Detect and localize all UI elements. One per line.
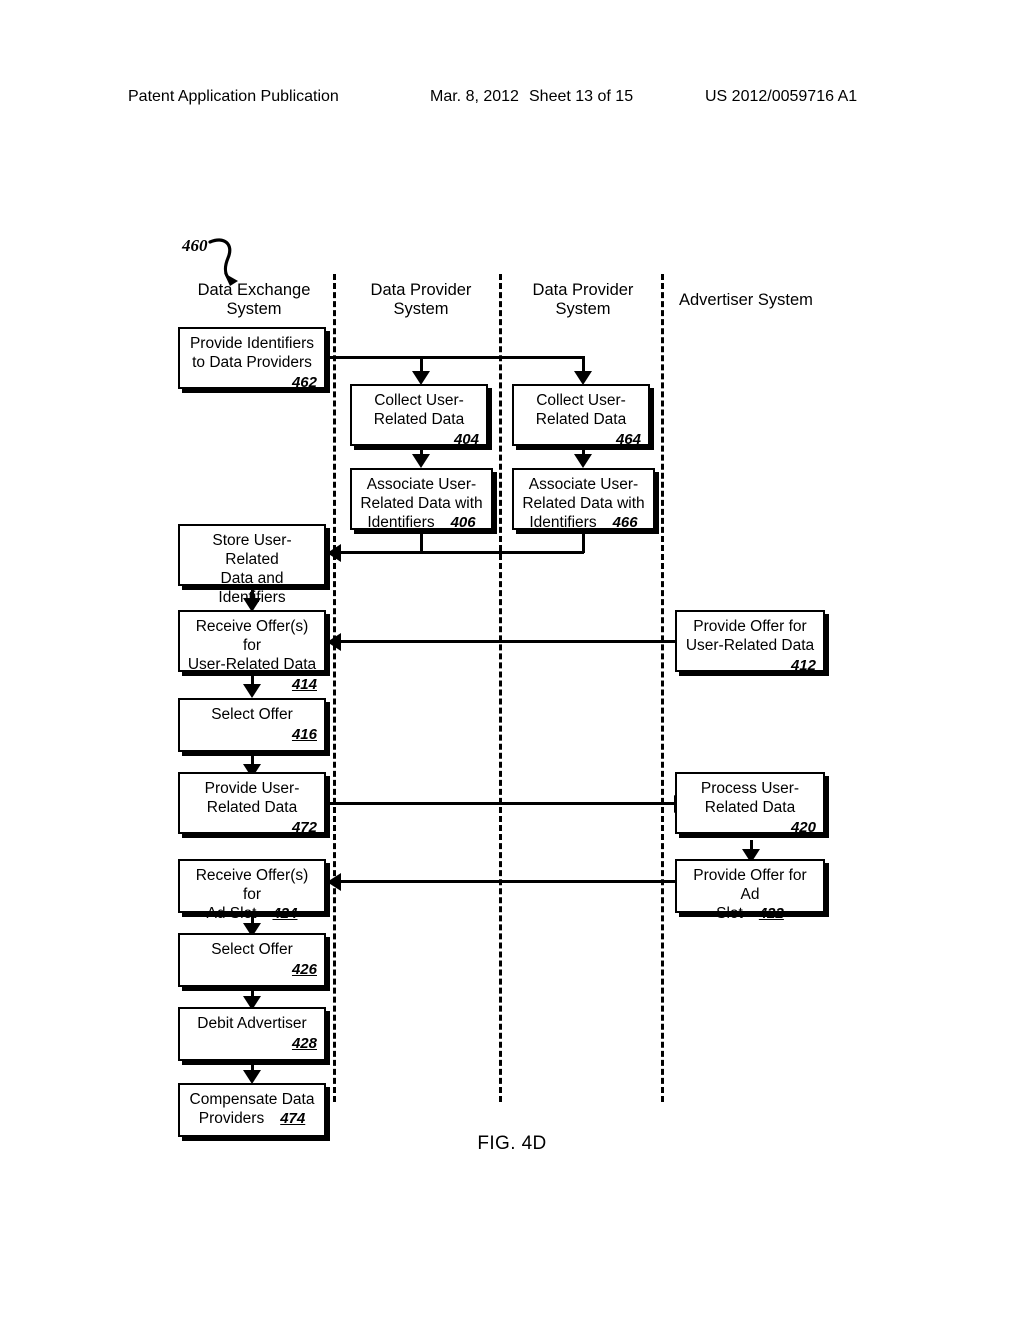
step-lastline-label-424: Ad Slot (206, 905, 257, 922)
step-box-414[interactable]: Receive Offer(s) for User-Related Data 4… (178, 610, 326, 693)
lane-label-data-provider-system-1: Data Provider System (370, 281, 472, 318)
step-box-424[interactable]: Receive Offer(s) for Ad Slot 424 (178, 859, 326, 922)
step-box-422[interactable]: Provide Offer for Ad Slot 422 (675, 859, 825, 922)
step-lastline-424: Ad Slot 424 (187, 904, 317, 923)
lane-label-data-provider-system-2: Data Provider System (532, 281, 634, 318)
connector-472-to-420-horizontal (328, 802, 675, 805)
step-box-472[interactable]: Provide User- Related Data 472 (178, 772, 326, 836)
step-box-412[interactable]: Provide Offer for User-Related Data 412 (675, 610, 825, 674)
step-text-416: Select Offer (211, 706, 293, 723)
lifeline-divider-3 (661, 274, 664, 1102)
step-text-428: Debit Advertiser (197, 1015, 307, 1032)
step-number-472: 472 (291, 819, 317, 836)
step-text-404: Collect User- Related Data (373, 392, 465, 428)
step-box-404[interactable]: Collect User- Related Data 404 (350, 384, 488, 448)
connector-462-to-providers-horizontal (321, 356, 585, 359)
step-lastline-406: Identifiers 406 (359, 513, 484, 532)
step-number-474: 474 (280, 1110, 306, 1127)
step-text-464: Collect User- Related Data (535, 392, 627, 428)
step-lastline-422: Slot 422 (684, 904, 816, 923)
step-box-426[interactable]: Select Offer 426 (178, 933, 326, 987)
step-number-466: 466 (612, 514, 638, 531)
step-number-428: 428 (291, 1035, 317, 1052)
arrowhead-into-424 (327, 873, 341, 891)
step-number-414: 414 (291, 676, 317, 693)
connector-406-drop (420, 530, 423, 553)
step-number-424: 424 (272, 905, 298, 922)
step-number-426: 426 (291, 961, 317, 978)
step-box-406[interactable]: Associate User- Related Data with Identi… (350, 468, 493, 532)
step-lastline-474: Providers 474 (187, 1109, 317, 1128)
figure-caption: FIG. 4D (477, 1133, 547, 1154)
figure-4d-swimlane-flowchart: 460 Data Exchange System Data Provider S… (0, 0, 1024, 1320)
step-lastline-label-422: Slot (716, 905, 743, 922)
step-text-414: Receive Offer(s) for User-Related Data (187, 618, 317, 673)
step-number-422: 422 (758, 905, 784, 922)
arrowhead-into-414-from-412 (327, 633, 341, 651)
figure-reference-numeral: 460 (182, 236, 208, 255)
lane-label-data-exchange-system: Data Exchange System (197, 281, 311, 318)
step-text-472: Provide User- Related Data (204, 780, 300, 816)
step-box-462[interactable]: Provide Identifiers to Data Providers 46… (178, 327, 326, 391)
step-box-474[interactable]: Compensate Data Providers 474 (178, 1083, 326, 1137)
step-number-462: 462 (291, 374, 317, 391)
arrowhead-into-406 (412, 454, 430, 468)
step-text-470: Store User-Related Data and Identifiers (212, 532, 292, 606)
step-lastline-label-474: Providers (198, 1110, 265, 1127)
step-box-466[interactable]: Associate User- Related Data with Identi… (512, 468, 655, 532)
step-lastline-label-466: Identifiers (529, 514, 597, 531)
step-number-420: 420 (790, 819, 816, 836)
step-number-404: 404 (453, 431, 479, 448)
step-number-464: 464 (615, 431, 641, 448)
step-text-422: Provide Offer for Ad (693, 867, 807, 903)
connector-merge-to-470-horizontal (340, 551, 584, 554)
connector-422-to-424-horizontal (340, 880, 675, 883)
arrowhead-into-466 (574, 454, 592, 468)
step-text-466: Associate User- Related Data with (522, 476, 645, 512)
step-number-406: 406 (450, 514, 476, 531)
step-text-426: Select Offer (211, 941, 293, 958)
step-text-462: Provide Identifiers to Data Providers (189, 335, 315, 371)
lane-label-advertiser-system: Advertiser System (679, 291, 813, 309)
lifeline-divider-2 (499, 274, 502, 1102)
step-text-412: Provide Offer for User-Related Data (685, 618, 815, 654)
step-box-428[interactable]: Debit Advertiser 428 (178, 1007, 326, 1061)
connector-412-to-414-horizontal (340, 640, 675, 643)
arrowhead-into-474 (243, 1070, 261, 1084)
lifeline-divider-1 (333, 274, 336, 1102)
step-lastline-466: Identifiers 466 (521, 513, 646, 532)
step-box-416[interactable]: Select Offer 416 (178, 698, 326, 752)
step-box-420[interactable]: Process User- Related Data 420 (675, 772, 825, 836)
step-text-420: Process User- Related Data (700, 780, 800, 816)
arrowhead-into-470 (327, 544, 341, 562)
step-box-464[interactable]: Collect User- Related Data 464 (512, 384, 650, 448)
arrowhead-into-404 (412, 371, 430, 385)
step-number-412: 412 (790, 657, 816, 674)
step-text-406: Associate User- Related Data with (360, 476, 483, 512)
step-text-474: Compensate Data (189, 1091, 315, 1108)
step-text-424: Receive Offer(s) for (195, 867, 309, 903)
step-box-470[interactable]: Store User-Related Data and Identifiers … (178, 524, 326, 626)
arrowhead-into-464 (574, 371, 592, 385)
step-lastline-label-406: Identifiers (367, 514, 435, 531)
connector-466-drop (582, 530, 585, 553)
step-number-416: 416 (291, 726, 317, 743)
